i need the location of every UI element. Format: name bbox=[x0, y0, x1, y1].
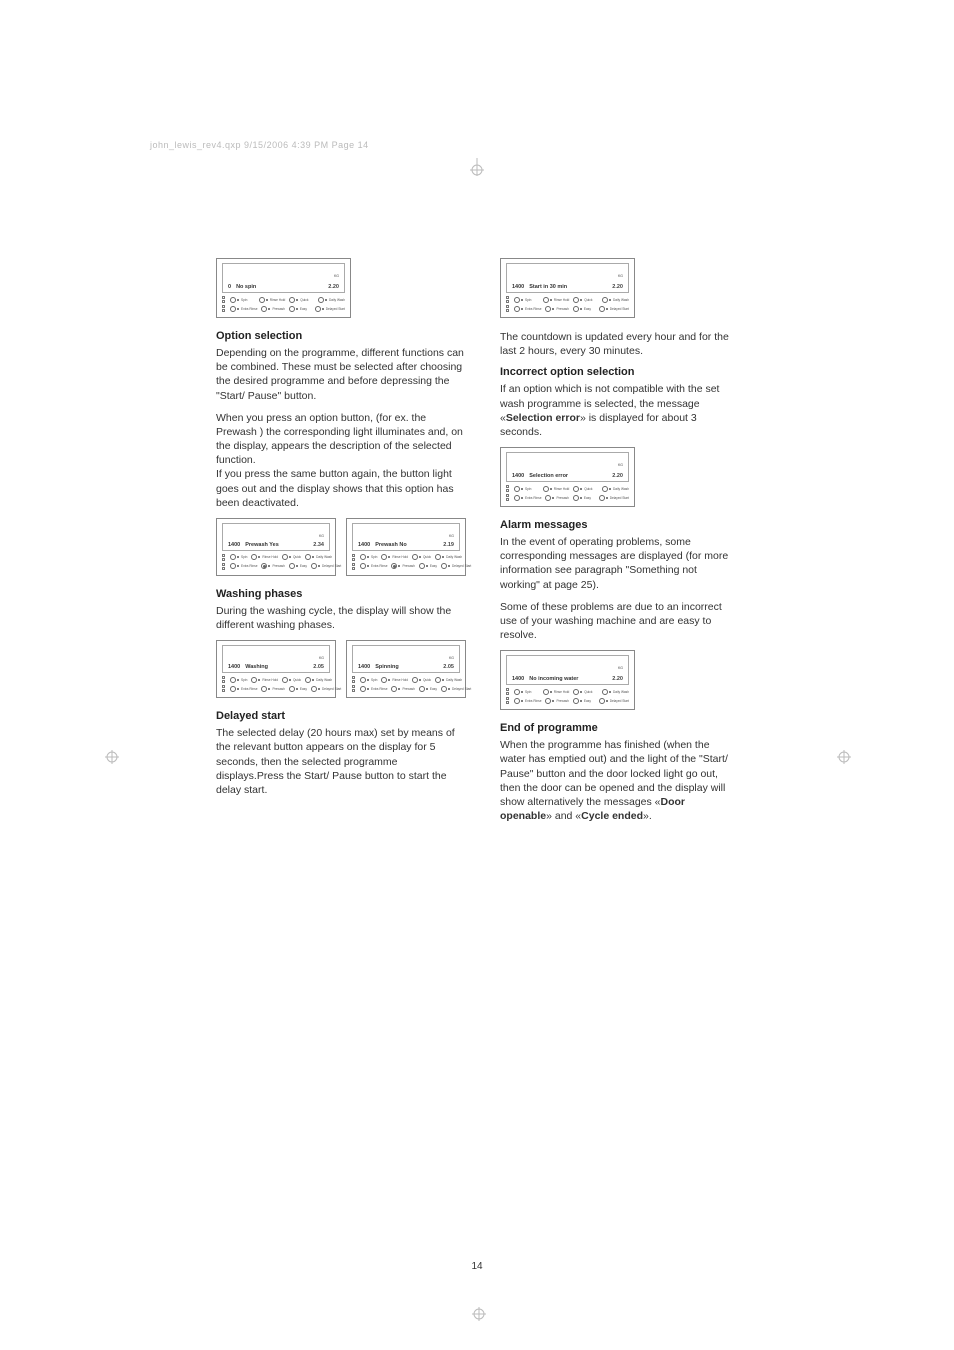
display-panel-selection-error: KG 1400Selection error 2.20 Spin Rinse H… bbox=[500, 447, 635, 507]
body-text: The countdown is updated every hour and … bbox=[500, 330, 738, 358]
display-panel-washing: KG 1400Washing 2.05 Spin Rinse Hold Quic… bbox=[216, 640, 336, 698]
body-text: The selected delay (20 hours max) set by… bbox=[216, 726, 466, 797]
body-text: During the washing cycle, the display wi… bbox=[216, 604, 466, 632]
crop-mark-bottom bbox=[472, 1307, 486, 1321]
body-text: If an option which is not compatible wit… bbox=[500, 382, 738, 439]
lcd-unit: KG bbox=[334, 274, 339, 278]
display-panel-prewash-no: KG 1400Prewash No 2.19 Spin Rinse Hold Q… bbox=[346, 518, 466, 576]
heading-end-of-programme: End of programme bbox=[500, 722, 738, 734]
option-button-rows: Spin Rinse Hold Quick Daily Wash Extra R… bbox=[222, 296, 345, 312]
page-number: 14 bbox=[0, 1261, 954, 1272]
body-text: In the event of operating problems, some… bbox=[500, 535, 738, 592]
crop-mark-left bbox=[105, 750, 119, 764]
body-text: When the programme has finished (when th… bbox=[500, 738, 738, 823]
crop-mark-top bbox=[470, 158, 484, 176]
lcd-message: No spin bbox=[236, 284, 256, 290]
heading-washing-phases: Washing phases bbox=[216, 588, 466, 600]
display-panel-no-water: KG 1400No incoming water 2.20 Spin Rinse… bbox=[500, 650, 635, 710]
body-text: Depending on the programme, different fu… bbox=[216, 346, 466, 403]
heading-option-selection: Option selection bbox=[216, 330, 466, 342]
display-panel-no-spin: KG 0 No spin 2.20 Spin Rinse Hold Quick D… bbox=[216, 258, 351, 318]
display-panel-prewash-yes: KG 1400Prewash Yes 2.34 Spin Rinse Hold … bbox=[216, 518, 336, 576]
crop-mark-right bbox=[837, 750, 851, 764]
left-column: KG 0 No spin 2.20 Spin Rinse Hold Quick D… bbox=[216, 258, 466, 831]
print-meta-header: john_lewis_rev4.qxp 9/15/2006 4:39 PM Pa… bbox=[150, 140, 369, 150]
prewash-led-on bbox=[261, 563, 267, 569]
lcd-spin: 0 bbox=[228, 284, 231, 290]
body-text: When you press an option button, (for ex… bbox=[216, 411, 466, 510]
heading-delayed-start: Delayed start bbox=[216, 710, 466, 722]
right-column: KG 1400Start in 30 min 2.20 Spin Rinse H… bbox=[500, 258, 738, 831]
body-text: Some of these problems are due to an inc… bbox=[500, 600, 738, 643]
display-panel-start-30min: KG 1400Start in 30 min 2.20 Spin Rinse H… bbox=[500, 258, 635, 318]
heading-incorrect-option: Incorrect option selection bbox=[500, 366, 738, 378]
heading-alarm-messages: Alarm messages bbox=[500, 519, 738, 531]
lcd-load: 2.20 bbox=[328, 284, 339, 290]
display-panel-spinning: KG 1400Spinning 2.05 Spin Rinse Hold Qui… bbox=[346, 640, 466, 698]
